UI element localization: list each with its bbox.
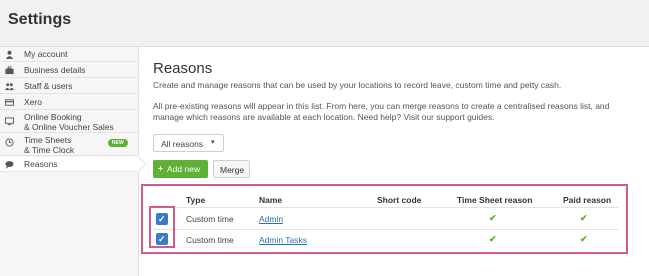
sidebar-item-reasons[interactable]: Reasons [0,157,138,172]
speech-bubble-icon [5,161,14,169]
sidebar-item-label: Online Booking & Online Voucher Sales [24,112,114,132]
add-new-button[interactable]: + Add new [153,160,208,178]
briefcase-icon [5,66,14,75]
monitor-icon [5,117,14,126]
sidebar-item-online-booking[interactable]: Online Booking & Online Voucher Sales [0,111,138,133]
user-icon [5,50,14,59]
card-icon [5,99,14,106]
sidebar-item-my-account[interactable]: My account [0,47,138,62]
plus-icon: + [158,163,163,173]
sidebar-item-label: Business details [24,65,86,75]
sidebar-item-label: Staff & users [24,81,73,91]
users-icon [5,83,14,91]
sidebar: My account Business details Staff & user… [0,47,139,276]
description: Create and manage reasons that can be us… [153,80,562,90]
chevron-down-icon: ▾ [211,139,215,146]
table-highlight [141,184,628,254]
sidebar-item-label: Time Sheets & Time Clock [24,135,75,155]
new-badge: NEW [108,139,128,147]
sidebar-item-business-details[interactable]: Business details [0,63,138,78]
checkbox-highlight [149,206,175,248]
top-bar: Settings [0,0,649,47]
sidebar-item-label: Xero [24,97,42,107]
sidebar-item-label: Reasons [24,159,58,169]
merge-button[interactable]: Merge [213,160,250,178]
sidebar-item-staff-users[interactable]: Staff & users [0,79,138,94]
section-title: Reasons [153,60,213,77]
clock-icon [5,138,14,147]
sidebar-item-xero[interactable]: Xero [0,95,138,110]
sidebar-item-label: My account [24,49,68,59]
sidebar-item-time-sheets[interactable]: Time Sheets & Time Clock NEW [0,134,138,156]
description-merge-help: All pre-existing reasons will appear in … [153,101,610,122]
reasons-filter-select[interactable]: All reasons ▾ [153,134,224,152]
page-title: Settings [8,11,72,28]
